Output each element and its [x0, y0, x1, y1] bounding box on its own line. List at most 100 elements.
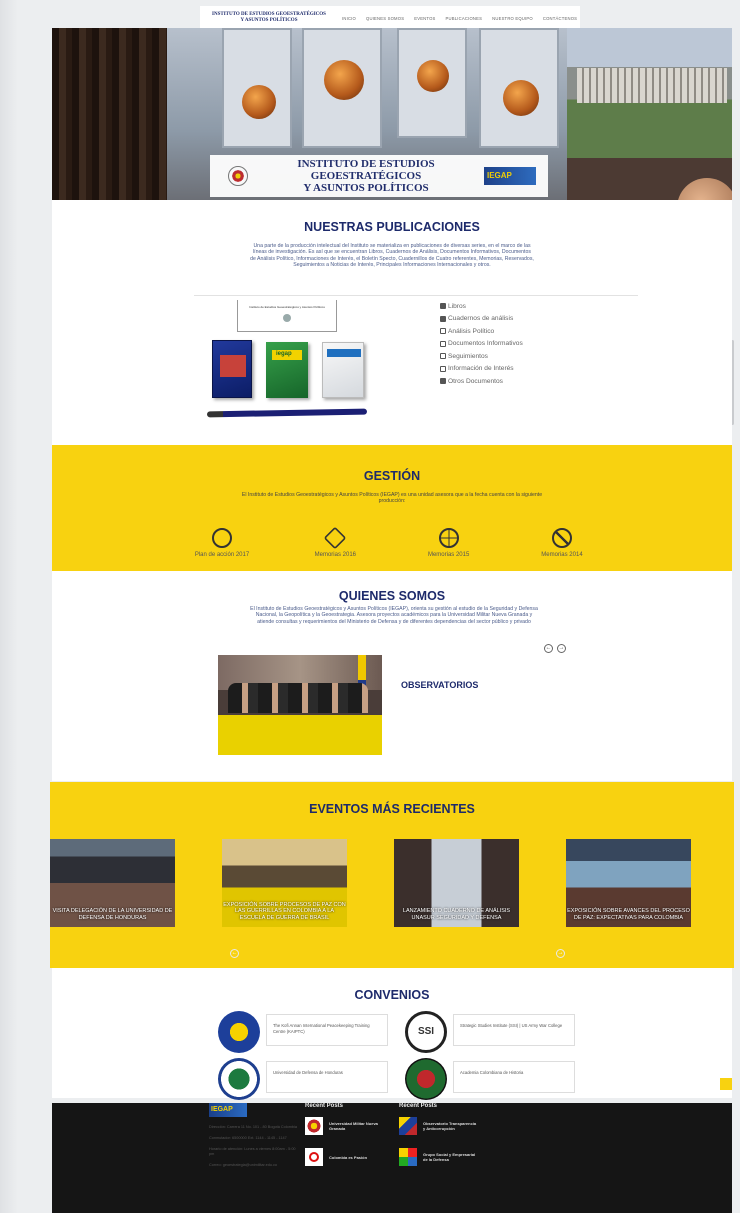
gestion-item-label: Plan de acción 2017 — [194, 552, 250, 558]
kaiptc-emblem-icon — [218, 1011, 260, 1053]
pub-item-analisis[interactable]: Análisis Político — [440, 325, 523, 338]
prev-arrow-icon[interactable]: ← — [544, 644, 553, 653]
footer: IEGAP Dirección: Carrera 11 No. 101 - 80… — [52, 1103, 732, 1213]
prev-arrow-icon[interactable]: ← — [230, 949, 239, 958]
gestion-title: GESTIÓN — [363, 469, 421, 483]
event-caption: EXPOSICIÓN SOBRE AVANCES DEL PROCESO DE … — [567, 908, 690, 921]
footer-post[interactable]: Colombia es Pasión — [305, 1148, 384, 1166]
convenio-kaiptc[interactable]: The Kofi Annan International Peacekeepin… — [218, 1011, 388, 1053]
pen — [206, 408, 368, 418]
book-cover: iegap — [266, 342, 308, 398]
hero-slider: INSTITUTO DE ESTUDIOS GEOESTRATÉGICOS Y … — [52, 28, 732, 200]
hero-poster — [397, 28, 467, 138]
book-cover-text: iegap — [276, 351, 292, 357]
convenio-academia[interactable]: Academia Colombiana de Historia — [405, 1058, 575, 1100]
observatorios-title[interactable]: OBSERVATORIOS — [401, 680, 478, 690]
gestion-item-memorias-2016[interactable]: Memorias 2016 — [295, 526, 375, 558]
document-icon — [440, 353, 446, 360]
event-caption: EXPOSICIÓN SOBRE PROCESOS DE PAZ CON LAS… — [223, 901, 346, 921]
book-icon — [440, 303, 446, 310]
hero-poster — [222, 28, 292, 148]
card-text: Instituto de Estudios Geoestratégicos y … — [249, 305, 325, 309]
gestion-item-label: Memorias 2014 — [541, 552, 583, 558]
pub-item-label: Cuadernos de análisis — [448, 315, 514, 323]
globe-icon — [438, 528, 459, 548]
hero-poster — [479, 28, 559, 148]
observatorios-photo[interactable] — [218, 655, 382, 755]
nav-link-inicio[interactable]: INICIO — [342, 16, 356, 21]
nav-link-publicaciones[interactable]: PUBLICACIONES — [446, 16, 483, 21]
pub-item-label: Documentos Informativos — [448, 340, 523, 348]
pub-item-label: Libros — [448, 302, 466, 310]
pub-item-documentos[interactable]: Documentos Informativos — [440, 338, 523, 351]
book-icon — [440, 378, 446, 385]
gestion-item-plan[interactable]: Plan de acción 2017 — [182, 528, 262, 558]
pub-item-label: Análisis Político — [448, 327, 495, 335]
post-thumbnail — [305, 1148, 323, 1166]
iegap-logo: IEGAP — [484, 167, 536, 185]
footer-post[interactable]: Universidad Militar Nueva Granada — [305, 1117, 384, 1135]
gestion-item-memorias-2014[interactable]: Memorias 2014 — [522, 528, 602, 558]
pub-item-cuadernos[interactable]: Cuadernos de análisis — [440, 313, 523, 326]
event-caption: LANZAMIENTO CUADERNO DE ANÁLISIS UNASUR … — [402, 908, 511, 921]
scroll-to-top-button[interactable] — [720, 1078, 732, 1090]
document-icon — [440, 328, 446, 335]
nav-links: INICIO QUIENES SOMOS EVENTOS PUBLICACION… — [342, 16, 577, 21]
next-arrow-icon[interactable]: → — [556, 949, 565, 958]
nav-link-nuestro-equipo[interactable]: NUESTRO EQUIPO — [492, 16, 533, 21]
convenio-label: The Kofi Annan International Peacekeepin… — [266, 1014, 388, 1046]
brand-logo[interactable]: INSTITUTO DE ESTUDIOS GEOESTRATÉGICOS Y … — [200, 12, 330, 24]
nav-link-quienes-somos[interactable]: QUIENES SOMOS — [366, 16, 404, 21]
event-card[interactable]: EXPOSICIÓN SOBRE AVANCES DEL PROCESO DE … — [566, 839, 691, 927]
post-thumbnail — [305, 1117, 323, 1135]
footer-post[interactable]: Observatorio Transparencia y Anticorrupc… — [399, 1117, 478, 1135]
event-card[interactable]: VISITA DELEGACIÓN DE LA UNIVERSIDAD DE D… — [50, 839, 175, 927]
ssi-emblem-icon: SSI — [405, 1011, 447, 1053]
lightbulb-icon — [212, 528, 232, 548]
nav-link-eventos[interactable]: EVENTOS — [414, 16, 435, 21]
nav-link-contactenos[interactable]: CONTÁCTENOS — [543, 16, 577, 21]
section-convenios: CONVENIOS The Kofi Annan International P… — [52, 968, 732, 1100]
academia-emblem-icon — [405, 1058, 447, 1100]
pub-item-label: Información de Interés — [448, 365, 514, 373]
pub-item-otros[interactable]: Otros Documentos — [440, 375, 523, 388]
post-title: Grupo Social y Empresarial de la Defensa — [423, 1152, 476, 1162]
event-card[interactable]: LANZAMIENTO CUADERNO DE ANÁLISIS UNASUR … — [394, 839, 519, 927]
event-caption: VISITA DELEGACIÓN DE LA UNIVERSIDAD DE D… — [52, 908, 173, 921]
footer-email: Correo: geoestrategia@unimilitar.edu.co — [209, 1163, 278, 1167]
pub-item-libros[interactable]: Libros — [440, 300, 523, 313]
pub-item-seguimientos[interactable]: Seguimientos — [440, 350, 523, 363]
convenio-label: Strategic Studies Institute (SSI) | US A… — [453, 1014, 575, 1046]
publications-card: Instituto de Estudios Geoestratégicos y … — [237, 300, 337, 332]
footer-logo: IEGAP — [209, 1103, 247, 1117]
eventos-title: EVENTOS MÁS RECIENTES — [309, 802, 475, 816]
convenios-title: CONVENIOS — [354, 988, 430, 1002]
quienes-title: QUIENES SOMOS — [338, 589, 446, 603]
publications-image: Instituto de Estudios Geoestratégicos y … — [202, 300, 382, 430]
section-publicaciones: NUESTRAS PUBLICACIONES Una parte de la p… — [52, 200, 732, 445]
gestion-item-label: Memorias 2016 — [314, 552, 356, 558]
event-card[interactable]: EXPOSICIÓN SOBRE PROCESOS DE PAZ CON LAS… — [222, 839, 347, 927]
quienes-description: El Instituto de Estudios Geoestratégicos… — [250, 606, 538, 625]
book-cover — [212, 340, 252, 398]
page-edge — [0, 0, 18, 1213]
pub-item-informacion[interactable]: Información de Interés — [440, 363, 523, 376]
layers-icon — [324, 526, 347, 550]
ssi-text: SSI — [417, 1026, 435, 1037]
pub-item-label: Seguimientos — [448, 352, 488, 360]
section-eventos: EVENTOS MÁS RECIENTES VISITA DELEGACIÓN … — [50, 782, 734, 968]
next-arrow-icon[interactable]: → — [557, 644, 566, 653]
hero-curtain — [52, 28, 167, 200]
convenio-ssi[interactable]: SSI Strategic Studies Institute (SSI) | … — [405, 1011, 575, 1053]
footer-post[interactable]: Grupo Social y Empresarial de la Defensa — [399, 1148, 478, 1166]
footer-phone: Conmutador: 6500000 Ext. 1144 - 1145 - 1… — [209, 1136, 287, 1140]
gestion-item-memorias-2015[interactable]: Memorias 2015 — [409, 528, 489, 558]
post-title: Observatorio Transparencia y Anticorrupc… — [423, 1121, 477, 1131]
convenio-honduras[interactable]: Universidad de Defensa de Honduras — [218, 1058, 388, 1100]
book-cover — [322, 342, 364, 398]
brand-line-2: Y ASUNTOS POLÍTICOS — [240, 18, 298, 23]
publicaciones-description: Una parte de la producción intelectual d… — [250, 243, 534, 268]
hero-poster — [302, 28, 382, 148]
gestion-items: Plan de acción 2017 Memorias 2016 Memori… — [182, 526, 602, 558]
institute-seal-icon — [228, 166, 248, 186]
